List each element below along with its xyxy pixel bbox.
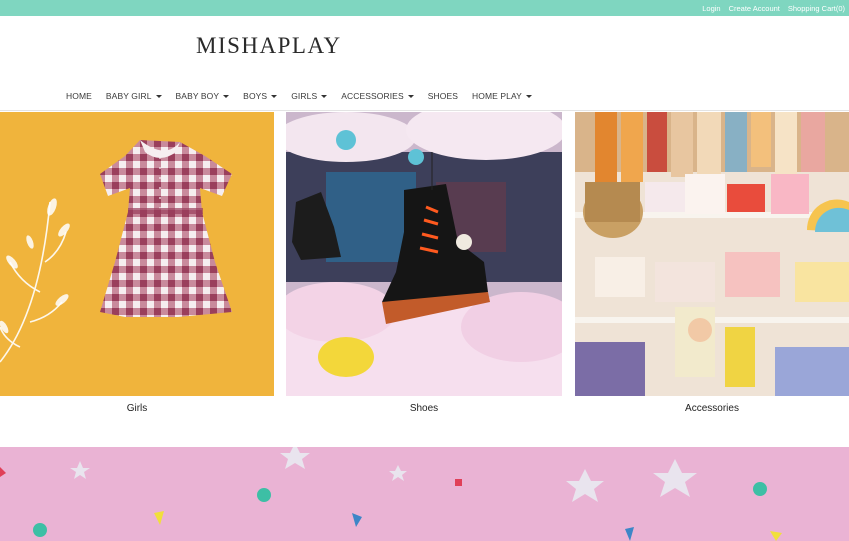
- gingham-dress-image: [0, 112, 274, 396]
- site-logo[interactable]: MISHAPLAY: [196, 33, 342, 59]
- nav-label: HOME PLAY: [472, 91, 522, 101]
- nav-item-baby-girl[interactable]: BABY GIRL: [106, 91, 162, 101]
- account-links: Login Create Account Shopping Cart(0): [702, 0, 845, 16]
- boot-in-clouds-image: [286, 112, 562, 396]
- category-label-girls[interactable]: Girls: [0, 403, 274, 414]
- nav-label: BABY GIRL: [105, 91, 152, 101]
- nav-label: SHOES: [427, 91, 458, 101]
- caret-down-icon: [525, 94, 532, 98]
- nav-item-boys[interactable]: BOYS: [243, 91, 278, 101]
- nav-label: ACCESSORIES: [341, 91, 404, 101]
- login-link[interactable]: Login: [702, 4, 720, 13]
- category-label-accessories[interactable]: Accessories: [575, 403, 849, 414]
- confetti-banner: [0, 447, 849, 541]
- category-tile-girls[interactable]: [0, 112, 274, 396]
- confetti-decoration: [0, 447, 782, 541]
- category-tile-accessories[interactable]: [575, 112, 849, 396]
- nav-label: GIRLS: [291, 91, 318, 101]
- caret-down-icon: [321, 94, 328, 98]
- shopping-cart-link[interactable]: Shopping Cart(0): [788, 4, 845, 13]
- nav-label: BOYS: [243, 91, 268, 101]
- nav-item-accessories[interactable]: ACCESSORIES: [341, 91, 414, 101]
- category-label-shoes[interactable]: Shoes: [286, 403, 562, 414]
- nav-item-baby-boy[interactable]: BABY BOY: [176, 91, 230, 101]
- main-nav: HOME BABY GIRL BABY BOY BOYS GIRLS ACCES…: [66, 89, 546, 103]
- nav-item-home-play[interactable]: HOME PLAY: [472, 91, 532, 101]
- nav-item-shoes[interactable]: SHOES: [428, 91, 458, 101]
- nav-item-home[interactable]: HOME: [66, 91, 92, 101]
- top-bar: Login Create Account Shopping Cart(0): [0, 0, 849, 16]
- nav-label: BABY BOY: [175, 91, 220, 101]
- nav-item-girls[interactable]: GIRLS: [291, 91, 328, 101]
- caret-down-icon: [271, 94, 278, 98]
- caret-down-icon: [155, 94, 162, 98]
- caret-down-icon: [223, 94, 230, 98]
- accessories-display-image: [575, 112, 849, 396]
- category-tile-shoes[interactable]: [286, 112, 562, 396]
- create-account-link[interactable]: Create Account: [729, 4, 780, 13]
- nav-label: HOME: [66, 91, 92, 101]
- caret-down-icon: [407, 94, 414, 98]
- header-divider: [0, 110, 849, 111]
